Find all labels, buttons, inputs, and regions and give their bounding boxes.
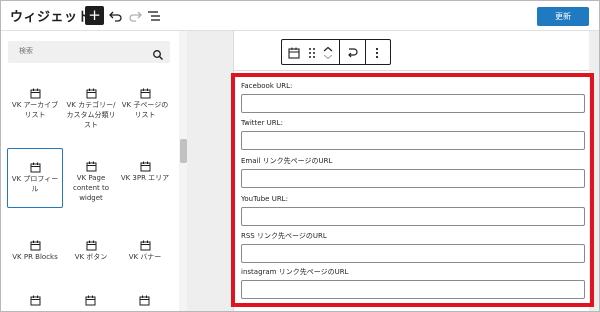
- more-options-icon[interactable]: [370, 45, 384, 59]
- move-up-down-icon[interactable]: [321, 45, 335, 60]
- calendar-icon: [86, 84, 97, 99]
- block-item-profile[interactable]: VK プロフィール: [7, 148, 63, 208]
- email-url-field: Email リンク先ページのURL: [241, 156, 585, 188]
- list-view-icon[interactable]: [146, 7, 162, 24]
- block-item-button[interactable]: VK ボタン: [63, 227, 119, 287]
- block-item-child-page-list[interactable]: VK 子ページのリスト: [117, 75, 173, 135]
- instagram-url-field: instagram リンク先ページのURL: [241, 267, 585, 299]
- search-icon: [152, 46, 164, 60]
- field-label: Facebook URL:: [241, 82, 293, 90]
- field-label: RSS リンク先ページのURL: [241, 232, 327, 240]
- block-item-3pr-area[interactable]: VK 3PR エリア: [117, 148, 173, 208]
- calendar-icon: [30, 236, 41, 251]
- block-item-pr-blocks[interactable]: VK PR Blocks: [7, 227, 63, 287]
- calendar-icon: [30, 291, 41, 310]
- block-item-label: VK PR Blocks: [12, 253, 58, 261]
- youtube-url-input[interactable]: [241, 207, 585, 226]
- field-label: Email リンク先ページのURL: [241, 157, 333, 165]
- undo-icon[interactable]: [108, 7, 124, 24]
- toolbar-separator: [339, 40, 340, 64]
- calendar-icon: [140, 84, 151, 99]
- facebook-url-field: Facebook URL:: [241, 81, 585, 113]
- field-label: Twitter URL:: [241, 119, 283, 127]
- transform-icon[interactable]: [345, 45, 359, 59]
- block-item-label: VK バナー: [128, 253, 162, 261]
- field-label: YouTube URL:: [241, 195, 288, 203]
- block-item-category-list[interactable]: VK カテゴリー/カスタム分類リスト: [63, 75, 119, 135]
- block-toolbar: [281, 39, 391, 65]
- facebook-url-input[interactable]: [241, 94, 585, 113]
- block-item-label: VK ボタン: [74, 253, 108, 261]
- add-block-button[interactable]: +: [85, 6, 104, 25]
- block-type-calendar-icon[interactable]: [287, 45, 301, 59]
- calendar-icon: [30, 158, 41, 173]
- field-label: instagram リンク先ページのURL: [241, 268, 349, 276]
- toolbar-separator: [365, 40, 366, 64]
- youtube-url-field: YouTube URL:: [241, 194, 585, 226]
- instagram-url-input[interactable]: [241, 280, 585, 299]
- scrollbar-thumb[interactable]: [180, 139, 187, 163]
- block-item-label: VK プロフィール: [11, 175, 59, 193]
- block-item-archive-list[interactable]: VK アーカイブリスト: [7, 75, 63, 135]
- block-item-label: VK 子ページのリスト: [121, 101, 169, 119]
- block-item-label: VK カテゴリー/カスタム分類リスト: [66, 101, 116, 129]
- calendar-icon: [85, 291, 96, 310]
- block-toolbar-area: [234, 31, 590, 71]
- app-window: ウィジェット + 更新 検索 VK アーカイブリスト VK カテゴリー/カスタム…: [0, 0, 600, 312]
- search-placeholder: 検索: [19, 47, 33, 55]
- calendar-icon: [86, 157, 97, 172]
- block-inserter-panel: 検索 VK アーカイブリスト VK カテゴリー/カスタム分類リスト VK 子ペー…: [1, 31, 187, 311]
- block-item-label: VK アーカイブリスト: [11, 101, 59, 119]
- header-bar: ウィジェット + 更新: [1, 1, 599, 31]
- calendar-icon: [30, 84, 41, 99]
- block-item-label: VK Page content to widget: [72, 174, 110, 202]
- calendar-icon: [139, 291, 150, 310]
- scrollbar-track[interactable]: [179, 31, 187, 311]
- redo-icon[interactable]: [127, 7, 143, 24]
- rss-url-input[interactable]: [241, 244, 585, 263]
- page-title: ウィジェット: [10, 10, 92, 25]
- twitter-url-input[interactable]: [241, 131, 585, 150]
- block-search-input[interactable]: 検索: [8, 41, 170, 63]
- rss-url-field: RSS リンク先ページのURL: [241, 231, 585, 263]
- block-item-page-content[interactable]: VK Page content to widget: [63, 148, 119, 208]
- block-item-banner[interactable]: VK バナー: [117, 227, 173, 287]
- drag-handle-icon[interactable]: [305, 45, 319, 59]
- calendar-icon: [86, 236, 97, 251]
- calendar-icon: [140, 236, 151, 251]
- email-url-input[interactable]: [241, 169, 585, 188]
- twitter-url-field: Twitter URL:: [241, 118, 585, 150]
- calendar-icon: [140, 157, 151, 172]
- block-item-label: VK 3PR エリア: [120, 174, 170, 182]
- update-button[interactable]: 更新: [537, 7, 589, 26]
